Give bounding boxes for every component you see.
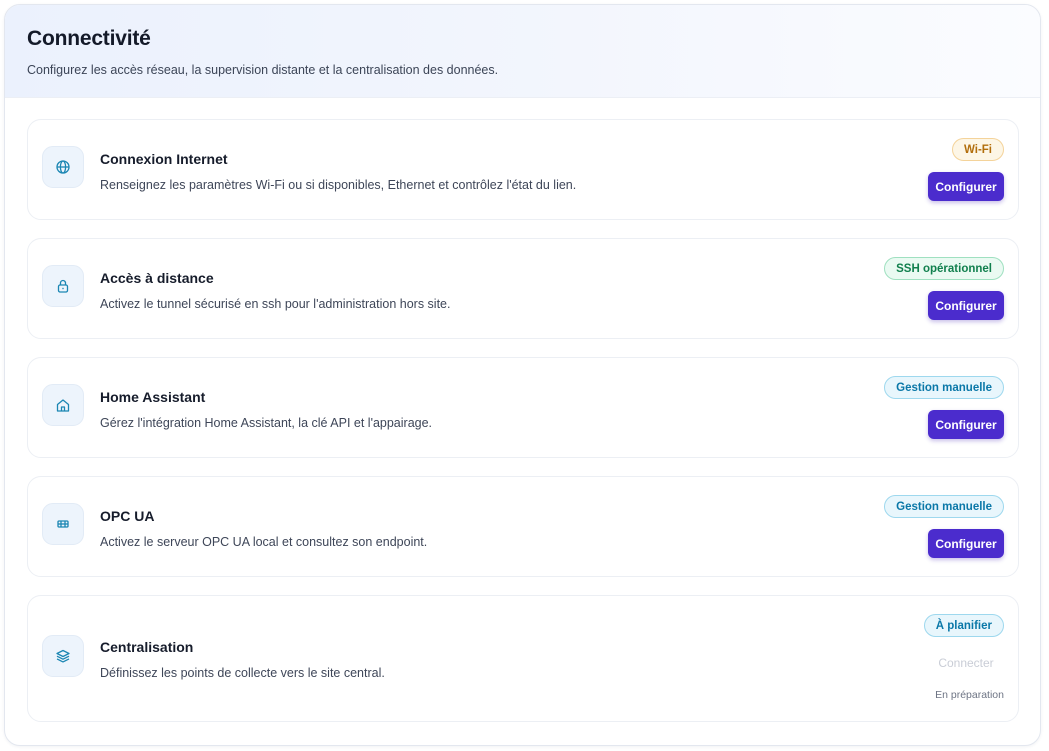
panel-header: Connectivité Configurez les accès réseau… xyxy=(5,5,1040,98)
card-remote-access: Accès à distance Activez le tunnel sécur… xyxy=(27,238,1019,339)
status-badge: Gestion manuelle xyxy=(884,376,1004,399)
card-internet-connection: Connexion Internet Renseignez les paramè… xyxy=(27,119,1019,220)
connectivity-panel: Connectivité Configurez les accès réseau… xyxy=(4,4,1041,746)
card-description: Activez le serveur OPC UA local et consu… xyxy=(100,535,428,549)
lock-icon xyxy=(42,265,84,307)
server-icon xyxy=(42,503,84,545)
globe-icon xyxy=(42,146,84,188)
status-badge: SSH opérationnel xyxy=(884,257,1004,280)
status-badge: Gestion manuelle xyxy=(884,495,1004,518)
card-home-assistant: Home Assistant Gérez l'intégration Home … xyxy=(27,357,1019,458)
configure-internet-button[interactable]: Configurer xyxy=(928,172,1004,201)
card-opc-ua: OPC UA Activez le serveur OPC UA local e… xyxy=(27,476,1019,577)
connect-button[interactable]: Connecter xyxy=(928,648,1004,677)
page-subtitle: Configurez les accès réseau, la supervis… xyxy=(27,63,499,77)
card-title: OPC UA xyxy=(100,508,155,524)
status-note: En préparation xyxy=(935,689,1004,701)
card-title: Centralisation xyxy=(100,639,194,655)
card-description: Renseignez les paramètres Wi-Fi ou si di… xyxy=(100,178,577,192)
card-description: Activez le tunnel sécurisé en ssh pour l… xyxy=(100,297,451,311)
status-badge: À planifier xyxy=(923,614,1004,637)
card-centralisation: Centralisation Définissez les points de … xyxy=(27,595,1019,722)
configure-opc-ua-button[interactable]: Configurer xyxy=(928,529,1004,558)
status-badge: Wi-Fi xyxy=(952,138,1004,161)
card-title: Accès à distance xyxy=(100,270,214,286)
card-title: Connexion Internet xyxy=(100,151,228,167)
page-title: Connectivité xyxy=(27,27,151,50)
configure-remote-access-button[interactable]: Configurer xyxy=(928,291,1004,320)
configure-home-assistant-button[interactable]: Configurer xyxy=(928,410,1004,439)
home-icon xyxy=(42,384,84,426)
card-description: Définissez les points de collecte vers l… xyxy=(100,666,385,680)
card-title: Home Assistant xyxy=(100,389,206,405)
layers-icon xyxy=(42,635,84,677)
card-description: Gérez l'intégration Home Assistant, la c… xyxy=(100,416,433,430)
